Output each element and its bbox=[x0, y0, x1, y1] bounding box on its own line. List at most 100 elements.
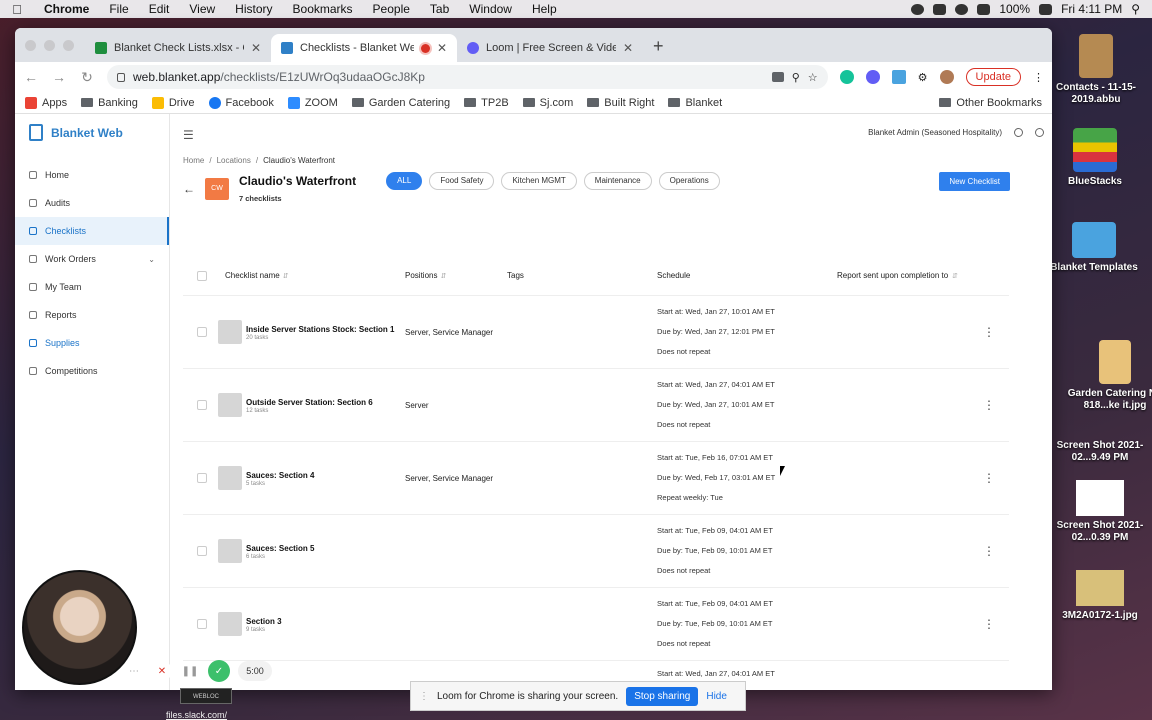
filter-food-safety[interactable]: Food Safety bbox=[429, 171, 495, 190]
sidebar-item-supplies[interactable]: Supplies bbox=[15, 329, 169, 357]
hide-button[interactable]: Hide bbox=[706, 691, 727, 702]
cancel-recording-icon[interactable]: ✕ bbox=[152, 661, 172, 681]
more-vert-icon[interactable]: ⋮ bbox=[983, 471, 995, 485]
update-button[interactable]: Update bbox=[965, 68, 1021, 86]
avatar[interactable] bbox=[939, 70, 954, 84]
forward-arrow-icon[interactable]: → bbox=[51, 69, 67, 85]
select-all-checkbox[interactable] bbox=[197, 270, 207, 281]
row-checkbox[interactable] bbox=[197, 473, 207, 483]
back-arrow-icon[interactable]: ← bbox=[183, 182, 195, 196]
bookmark-banking[interactable]: Banking bbox=[81, 97, 138, 109]
address-bar[interactable]: web.blanket.app/checklists/E1zUWrOq3udaa… bbox=[107, 65, 828, 89]
desktop-icon-blanket-templates[interactable]: Blanket Templates bbox=[1044, 222, 1144, 274]
lock-icon[interactable] bbox=[117, 72, 125, 82]
checklist-name[interactable]: Section 3 bbox=[246, 616, 282, 627]
more-vert-icon[interactable]: ⋮ bbox=[983, 325, 995, 339]
sidebar-item-my-team[interactable]: My Team bbox=[15, 273, 169, 301]
bookmark-blanket[interactable]: Blanket bbox=[668, 97, 722, 109]
bookmark-garden-catering[interactable]: Garden Catering bbox=[351, 97, 450, 109]
camera-icon[interactable] bbox=[771, 72, 784, 82]
bookmark-drive[interactable]: Drive bbox=[151, 96, 195, 109]
menu-bookmarks[interactable]: Bookmarks bbox=[283, 2, 363, 16]
filter-operations[interactable]: Operations bbox=[658, 171, 720, 190]
sidebar-item-checklists[interactable]: Checklists bbox=[15, 217, 169, 245]
close-tab-icon[interactable]: ✕ bbox=[623, 41, 633, 55]
more-vert-icon[interactable]: ⋮ bbox=[1033, 71, 1044, 84]
back-arrow-icon[interactable]: ← bbox=[23, 69, 39, 85]
sidebar-item-competitions[interactable]: Competitions bbox=[15, 357, 169, 385]
menu-tab[interactable]: Tab bbox=[420, 2, 459, 16]
table-row[interactable]: Section 39 tasks Start at: Tue, Feb 09, … bbox=[183, 588, 1009, 661]
breadcrumb-locations[interactable]: Locations bbox=[217, 156, 251, 165]
menu-file[interactable]: File bbox=[99, 2, 138, 16]
menu-view[interactable]: View bbox=[179, 2, 225, 16]
minimize-window-button[interactable] bbox=[44, 40, 55, 51]
desktop-icon-screenshot-1[interactable]: Screen Shot 2021-02...9.49 PM bbox=[1050, 440, 1150, 464]
loom-extension-icon[interactable] bbox=[865, 70, 880, 84]
new-tab-button[interactable]: + bbox=[643, 36, 674, 62]
row-checkbox[interactable] bbox=[197, 546, 207, 556]
bookmark-apps[interactable]: Apps bbox=[25, 96, 67, 109]
desktop-icon-bluestacks[interactable]: BlueStacks bbox=[1045, 128, 1145, 188]
new-checklist-button[interactable]: New Checklist bbox=[939, 172, 1010, 191]
url-text[interactable]: web.blanket.app/checklists/E1zUWrOq3udaa… bbox=[133, 70, 764, 84]
row-checkbox[interactable] bbox=[197, 327, 207, 337]
checklist-name[interactable]: Sauces: Section 5 bbox=[246, 543, 314, 554]
sidebar-item-work-orders[interactable]: Work Orders ⌄ bbox=[15, 245, 169, 273]
sort-icon[interactable]: ⇵ bbox=[952, 272, 958, 280]
table-row[interactable]: Inside Server Stations Stock: Section 12… bbox=[183, 296, 1009, 369]
menu-people[interactable]: People bbox=[363, 2, 420, 16]
loom-camera-bubble[interactable] bbox=[22, 570, 137, 685]
bookmark-tp2b[interactable]: TP2B bbox=[464, 97, 509, 109]
table-row[interactable]: Sauces: Section 45 tasks Server, Service… bbox=[183, 442, 1009, 515]
grammarly-icon[interactable] bbox=[839, 70, 854, 84]
pause-icon[interactable]: ❚❚ bbox=[180, 661, 200, 681]
close-tab-icon[interactable]: ✕ bbox=[437, 41, 447, 55]
column-positions[interactable]: Positions ⇵ bbox=[405, 271, 507, 280]
zoom-window-button[interactable] bbox=[63, 40, 74, 51]
brand[interactable]: Blanket Web bbox=[15, 124, 169, 161]
desktop-icon-screenshot-2[interactable]: Screen Shot 2021-02...0.39 PM bbox=[1050, 480, 1150, 544]
checklist-name[interactable]: Outside Server Station: Section 6 bbox=[246, 397, 373, 408]
zoom-icon[interactable] bbox=[933, 3, 947, 15]
close-tab-icon[interactable]: ✕ bbox=[251, 41, 261, 55]
desktop-icon-photo[interactable]: 3M2A0172-1.jpg bbox=[1050, 570, 1150, 622]
finish-recording-icon[interactable]: ✓ bbox=[208, 660, 230, 682]
bookmark-built-right[interactable]: Built Right bbox=[587, 97, 654, 109]
extension-icon[interactable] bbox=[891, 70, 906, 84]
more-vert-icon[interactable]: ⋮ bbox=[983, 398, 995, 412]
table-row[interactable]: Outside Server Station: Section 6 12 task… bbox=[183, 369, 1009, 442]
globe-icon[interactable] bbox=[1035, 128, 1044, 137]
search-icon[interactable]: ⚲ bbox=[792, 71, 800, 84]
bookmark-zoom[interactable]: ZOOM bbox=[287, 96, 338, 109]
menu-help[interactable]: Help bbox=[522, 2, 567, 16]
menu-app-name[interactable]: Chrome bbox=[34, 2, 99, 16]
sidebar-item-reports[interactable]: Reports bbox=[15, 301, 169, 329]
close-window-button[interactable] bbox=[25, 40, 36, 51]
wifi-icon[interactable] bbox=[977, 3, 991, 15]
drag-handle-icon[interactable]: ⋮ bbox=[419, 691, 429, 702]
column-report[interactable]: Report sent upon completion to ⇵ bbox=[837, 270, 977, 281]
menu-history[interactable]: History bbox=[225, 2, 282, 16]
menu-edit[interactable]: Edit bbox=[139, 2, 180, 16]
loom-status-icon[interactable] bbox=[955, 3, 969, 15]
spotlight-icon[interactable]: ⚲ bbox=[1131, 2, 1140, 16]
sort-icon[interactable]: ⇵ bbox=[440, 273, 446, 280]
reload-icon[interactable]: ↻ bbox=[79, 69, 95, 86]
filter-maintenance[interactable]: Maintenance bbox=[583, 171, 652, 190]
account-name[interactable]: Blanket Admin (Seasoned Hospitality) bbox=[868, 128, 1002, 137]
dock-webloc-file[interactable]: WEBLOC bbox=[180, 688, 232, 704]
star-icon[interactable]: ☆ bbox=[808, 71, 818, 84]
checklist-name[interactable]: Inside Server Stations Stock: Section 1 bbox=[246, 324, 395, 335]
more-vert-icon[interactable]: ⋮ bbox=[983, 544, 995, 558]
sidebar-item-home[interactable]: Home bbox=[15, 161, 169, 189]
mic-icon[interactable] bbox=[911, 3, 925, 15]
battery-icon[interactable] bbox=[1039, 3, 1053, 15]
more-vert-icon[interactable]: ⋮ bbox=[983, 617, 995, 631]
dock-file-label[interactable]: files.slack.com/ bbox=[166, 710, 227, 720]
desktop-icon-contacts[interactable]: Contacts - 11-15-2019.abbu bbox=[1046, 34, 1146, 106]
filter-kitchen-mgmt[interactable]: Kitchen MGMT bbox=[501, 171, 577, 190]
row-checkbox[interactable] bbox=[197, 619, 207, 629]
tab-loom[interactable]: Loom | Free Screen & Video Re ✕ bbox=[457, 34, 643, 62]
tab-checklists[interactable]: Checklists - Blanket Web ✕ bbox=[271, 34, 457, 62]
